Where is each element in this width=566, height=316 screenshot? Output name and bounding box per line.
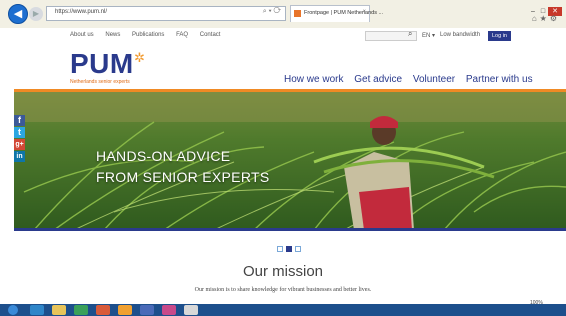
browser-tools: ⌂★⚙ — [532, 14, 560, 23]
back-button[interactable]: ◀ — [8, 4, 28, 24]
window-controls: – □ ✕ — [528, 0, 562, 16]
browser-chrome: ◀ ▶ https://www.pum.nl/ ⌕ ▾ ⟳ Frontpage … — [0, 0, 566, 28]
login-button[interactable]: Log in — [488, 31, 511, 41]
taskbar-ie-icon[interactable] — [30, 305, 44, 315]
tab-close-icon[interactable]: × — [362, 9, 366, 15]
carousel-dot[interactable] — [277, 246, 283, 252]
topnav-faq[interactable]: FAQ — [176, 32, 188, 38]
hero-headline-line2: FROM SENIOR EXPERTS — [96, 169, 270, 185]
nav-partner[interactable]: Partner with us — [466, 74, 533, 85]
hero-headline-line1: HANDS-ON ADVICE — [96, 148, 231, 164]
linkedin-icon[interactable]: in — [14, 151, 25, 162]
favorites-icon[interactable]: ★ — [540, 14, 550, 23]
taskbar — [0, 304, 566, 316]
topnav-publications[interactable]: Publications — [132, 32, 164, 38]
topnav-news[interactable]: News — [105, 32, 120, 38]
taskbar-app-icon[interactable] — [74, 305, 88, 315]
logo-tagline: Netherlands senior experts — [70, 79, 130, 85]
nav-get-advice[interactable]: Get advice — [354, 74, 402, 85]
mission-title: Our mission — [242, 263, 324, 280]
nav-volunteer[interactable]: Volunteer — [413, 74, 455, 85]
hero-bottom-bar — [14, 228, 566, 231]
nav-how-we-work[interactable]: How we work — [284, 74, 343, 85]
logo-star-icon: ✲ — [134, 50, 145, 65]
taskbar-folder-icon[interactable] — [52, 305, 66, 315]
twitter-icon[interactable]: t — [14, 127, 25, 138]
carousel-dots — [277, 239, 304, 257]
hero-banner[interactable]: HANDS-ON ADVICE FROM SENIOR EXPERTS — [14, 89, 566, 230]
tab-title: Frontpage | PUM Netherlands ... — [304, 10, 384, 16]
address-bar[interactable]: https://www.pum.nl/ ⌕ ▾ ⟳ — [46, 6, 286, 21]
browser-tab[interactable]: Frontpage | PUM Netherlands ... × — [290, 5, 383, 22]
language-select[interactable]: EN ▾ — [422, 32, 435, 39]
forward-button[interactable]: ▶ — [29, 7, 43, 21]
facebook-icon[interactable]: f — [14, 115, 25, 126]
main-nav: How we work Get advice Volunteer Partner… — [284, 74, 541, 85]
topnav-contact[interactable]: Contact — [200, 32, 221, 38]
low-bandwidth-link[interactable]: Low bandwidth — [440, 32, 480, 38]
home-icon[interactable]: ⌂ — [532, 14, 540, 23]
favicon-icon — [294, 10, 301, 17]
address-text: https://www.pum.nl/ — [55, 9, 108, 15]
taskbar-app-icon[interactable] — [184, 305, 198, 315]
google-plus-icon[interactable]: g+ — [14, 139, 25, 150]
carousel-dot-active[interactable] — [286, 246, 292, 252]
topnav-about[interactable]: About us — [70, 32, 94, 38]
top-nav: About us News Publications FAQ Contact — [70, 32, 230, 38]
mission-text: Our mission is to share knowledge for vi… — [194, 287, 372, 293]
settings-icon[interactable]: ⚙ — [550, 14, 560, 23]
start-button[interactable] — [8, 305, 18, 315]
search-icon[interactable]: ⌕ — [408, 29, 412, 39]
taskbar-word-icon[interactable] — [140, 305, 154, 315]
logo[interactable]: PUM — [70, 48, 134, 80]
taskbar-chrome-icon[interactable] — [96, 305, 110, 315]
taskbar-app-icon[interactable] — [162, 305, 176, 315]
address-icons[interactable]: ⌕ ▾ ⟳ — [263, 8, 281, 16]
taskbar-app-icon[interactable] — [118, 305, 132, 315]
carousel-dot[interactable] — [295, 246, 301, 252]
